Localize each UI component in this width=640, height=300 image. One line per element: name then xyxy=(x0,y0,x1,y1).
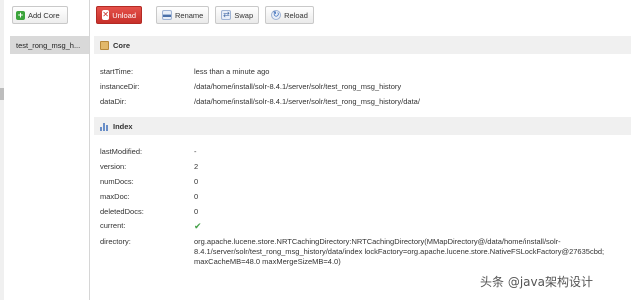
checkmark-icon: ✔ xyxy=(194,221,202,231)
row-label: dataDir: xyxy=(100,97,127,106)
info-row: current: ✔ xyxy=(100,221,630,232)
bar-chart-icon xyxy=(100,122,109,131)
rename-icon: ▬ xyxy=(162,10,172,20)
row-label: instanceDir: xyxy=(100,82,140,91)
info-row: maxDoc: 0 xyxy=(100,192,630,202)
row-value: 0 xyxy=(194,207,199,216)
plus-icon: + xyxy=(16,9,25,20)
row-value: less than a minute ago xyxy=(194,67,270,76)
info-row: startTime: less than a minute ago xyxy=(100,67,630,77)
row-value: 0 xyxy=(194,177,199,186)
row-value: ✔ xyxy=(194,221,630,232)
row-label: numDocs: xyxy=(100,177,134,186)
index-section-header: Index xyxy=(94,117,631,135)
rename-button[interactable]: ▬ Rename xyxy=(156,6,210,24)
index-section-title: Index xyxy=(113,121,133,131)
row-value: 0 xyxy=(194,192,199,201)
info-row: lastModified: - xyxy=(100,147,630,157)
swap-label: Swap xyxy=(234,10,254,20)
row-value: /data/home/install/solr-8.4.1/server/sol… xyxy=(194,82,402,91)
toolbar: ✕ Unload ▬ Rename ⇄ Swap ↻ Reload xyxy=(96,6,314,24)
add-core-button[interactable]: + Add Core xyxy=(12,6,68,24)
info-row: directory: org.apache.lucene.store.NRTCa… xyxy=(100,237,630,267)
row-label: maxDoc: xyxy=(100,192,130,201)
info-row: deletedDocs: 0 xyxy=(100,207,630,217)
row-label: version: xyxy=(100,162,127,171)
solr-admin-window: + Add Core test_rong_msg_h... ✕ Unload ▬… xyxy=(0,0,640,300)
rename-label: Rename xyxy=(175,10,204,20)
row-label: startTime: xyxy=(100,67,134,76)
core-list-item[interactable]: test_rong_msg_h... xyxy=(10,36,89,54)
info-row: dataDir: /data/home/install/solr-8.4.1/s… xyxy=(100,97,630,107)
core-sidebar: + Add Core test_rong_msg_h... xyxy=(4,0,90,300)
reload-label: Reload xyxy=(284,10,308,20)
row-label: lastModified: xyxy=(100,147,143,156)
row-value: 2 xyxy=(194,162,199,171)
core-icon xyxy=(100,40,109,50)
unload-button[interactable]: ✕ Unload xyxy=(96,6,142,24)
x-icon: ✕ xyxy=(102,10,110,20)
watermark-text: 头条 @java架构设计 xyxy=(480,275,593,289)
core-detail-panel: ✕ Unload ▬ Rename ⇄ Swap ↻ Reload Core s… xyxy=(90,0,640,300)
info-row: instanceDir: /data/home/install/solr-8.4… xyxy=(100,82,630,92)
core-section-header: Core xyxy=(94,36,631,54)
info-row: numDocs: 0 xyxy=(100,177,630,187)
core-list-item-label: test_rong_msg_h... xyxy=(16,40,81,50)
row-value: org.apache.lucene.store.NRTCachingDirect… xyxy=(194,237,605,266)
add-core-label: Add Core xyxy=(28,10,60,20)
unload-label: Unload xyxy=(112,10,136,20)
row-label: directory: xyxy=(100,237,131,246)
reload-icon: ↻ xyxy=(271,10,282,20)
swap-icon: ⇄ xyxy=(221,10,232,20)
info-row: version: 2 xyxy=(100,162,630,172)
swap-button[interactable]: ⇄ Swap xyxy=(215,6,260,24)
row-value: /data/home/install/solr-8.4.1/server/sol… xyxy=(194,97,420,106)
row-value: - xyxy=(194,147,197,156)
row-label: current: xyxy=(100,221,126,230)
core-section-title: Core xyxy=(113,40,131,50)
reload-button[interactable]: ↻ Reload xyxy=(265,6,314,24)
row-label: deletedDocs: xyxy=(100,207,144,216)
